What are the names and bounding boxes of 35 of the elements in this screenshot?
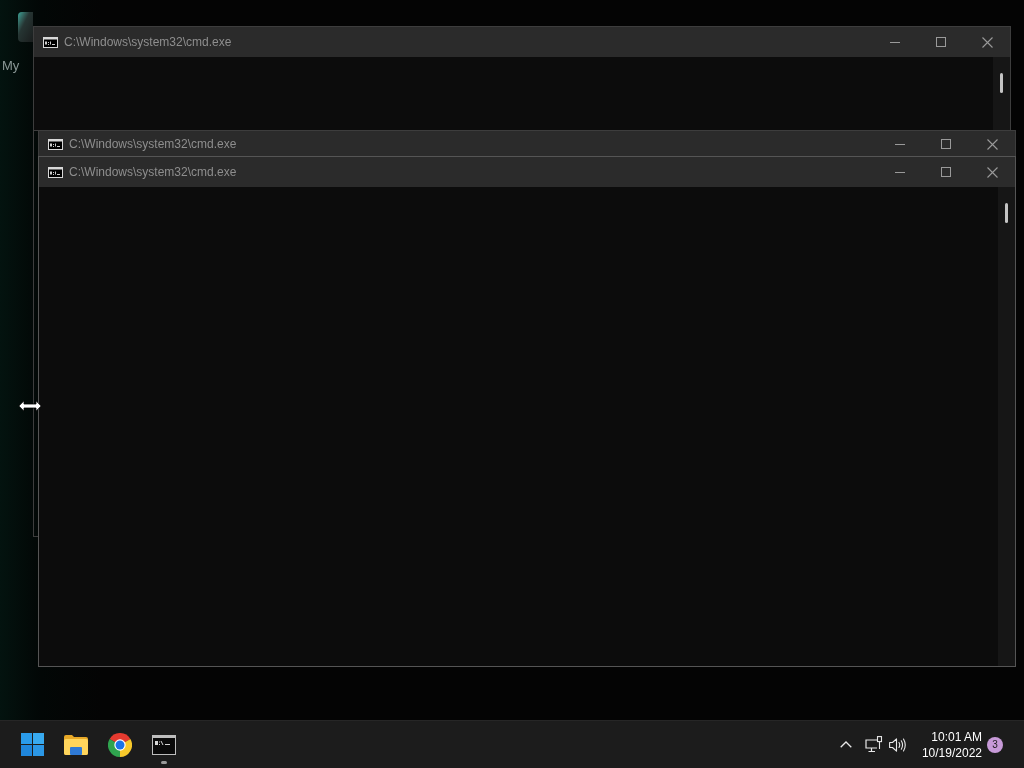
maximize-icon — [936, 37, 946, 47]
maximize-icon — [941, 139, 951, 149]
close-icon — [986, 166, 998, 178]
title-bar[interactable]: C:\Windows\system32\cmd.exe — [39, 157, 1015, 187]
minimize-icon — [890, 41, 900, 43]
network-icon — [864, 736, 883, 753]
scrollbar-thumb[interactable] — [1000, 73, 1003, 93]
minimize-icon — [895, 143, 905, 145]
window-title: C:\Windows\system32\cmd.exe — [64, 35, 232, 49]
scrollbar-thumb[interactable] — [1005, 203, 1008, 223]
close-icon — [981, 36, 993, 48]
window-title: C:\Windows\system32\cmd.exe — [69, 165, 237, 179]
desktop-icon-label[interactable]: My — [2, 58, 20, 74]
speaker-icon — [889, 737, 907, 752]
console-icon — [43, 36, 58, 48]
scrollbar[interactable] — [998, 187, 1015, 666]
close-icon — [986, 138, 998, 150]
clock-button[interactable]: 10:01 AM 10/19/2022 — [921, 728, 982, 761]
terminal-icon — [152, 734, 176, 755]
shortcut-thumbnail[interactable] — [18, 12, 33, 42]
minimize-icon — [895, 171, 905, 173]
window-title: C:\Windows\system32\cmd.exe — [69, 137, 237, 151]
chevron-up-icon — [839, 741, 852, 748]
console-icon — [48, 166, 63, 178]
notification-badge[interactable]: 3 — [987, 736, 1003, 753]
clock-date: 10/19/2022 — [921, 744, 982, 761]
folder-icon — [64, 734, 88, 755]
clock-time: 10:01 AM — [931, 728, 982, 745]
console-icon — [48, 138, 63, 150]
browser-icon — [108, 732, 132, 757]
scrollbar[interactable] — [993, 57, 1010, 130]
title-bar[interactable]: C:\Windows\system32\cmd.exe — [34, 27, 1010, 57]
maximize-icon — [941, 167, 951, 177]
title-bar[interactable]: C:\Windows\system32\cmd.exe — [39, 131, 1015, 157]
windows-logo-icon — [20, 733, 44, 756]
